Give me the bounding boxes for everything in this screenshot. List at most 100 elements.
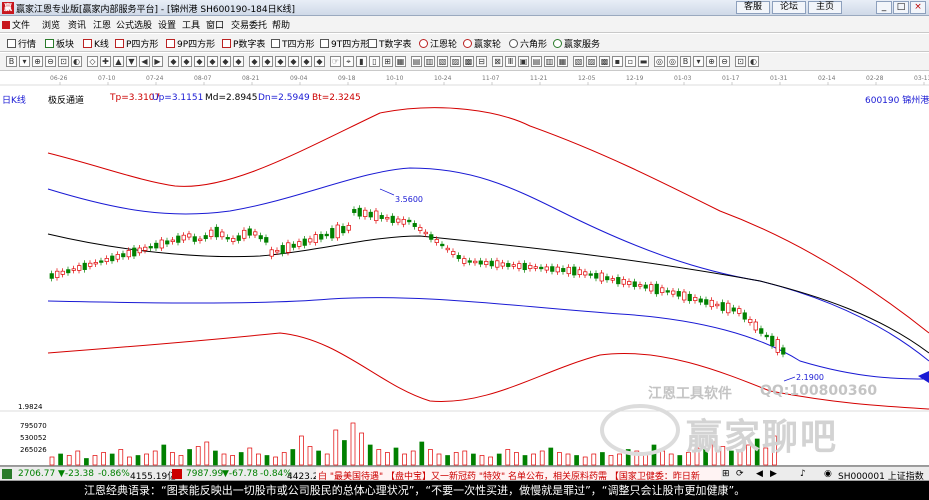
menu-formula[interactable]: 公式选股	[116, 18, 152, 31]
nav-right-icon[interactable]: ▶	[770, 469, 777, 479]
candle[interactable]	[770, 335, 775, 347]
tool-16-icon[interactable]: ◆	[220, 56, 231, 67]
tool-28-icon[interactable]: ⊞	[382, 56, 393, 67]
menu-gann[interactable]: 江恩	[93, 18, 111, 31]
candle[interactable]	[726, 302, 731, 314]
tool-31-icon[interactable]: ▥	[424, 56, 435, 67]
candle[interactable]	[335, 224, 340, 239]
minimize-button[interactable]: _	[876, 1, 892, 14]
candle[interactable]	[500, 262, 505, 267]
tool-24-icon[interactable]: ☞	[330, 56, 341, 67]
home-link[interactable]: 主页	[808, 1, 842, 14]
candle[interactable]	[434, 239, 439, 243]
candle[interactable]	[88, 262, 93, 267]
fit-icon[interactable]: ⊡	[58, 56, 69, 67]
menu-help[interactable]: 帮助	[272, 18, 290, 31]
candle[interactable]	[126, 250, 131, 258]
candle[interactable]	[242, 229, 247, 239]
candle[interactable]	[605, 276, 610, 281]
tool-49-icon[interactable]: ◎	[667, 56, 678, 67]
candle[interactable]	[583, 271, 588, 276]
candle[interactable]	[82, 262, 87, 270]
right-icon[interactable]: ▶	[152, 56, 163, 67]
tool-27-icon[interactable]: ▯	[369, 56, 380, 67]
candle[interactable]	[280, 245, 285, 254]
candle[interactable]	[511, 264, 516, 267]
candle[interactable]	[627, 281, 632, 285]
tool-26-icon[interactable]: ▮	[356, 56, 367, 67]
candle[interactable]	[748, 319, 753, 323]
candle[interactable]	[203, 235, 208, 240]
kline-button[interactable]: K线	[83, 37, 109, 50]
candle[interactable]	[462, 258, 467, 264]
candle[interactable]	[286, 242, 291, 253]
tool-48-icon[interactable]: ◎	[654, 56, 665, 67]
candle[interactable]	[649, 284, 654, 292]
candle[interactable]	[209, 229, 214, 237]
candle[interactable]	[258, 235, 263, 240]
tool-45-icon[interactable]: ▪	[612, 56, 623, 67]
sz-market-icon[interactable]	[172, 469, 182, 479]
candle[interactable]	[517, 263, 522, 269]
candle[interactable]	[115, 254, 120, 260]
candle[interactable]	[775, 339, 780, 353]
cross-icon[interactable]: ✚	[100, 56, 111, 67]
tool-22-icon[interactable]: ◆	[301, 56, 312, 67]
candle[interactable]	[247, 228, 252, 236]
tool-55-icon[interactable]: ◐	[748, 56, 759, 67]
candle[interactable]	[687, 293, 692, 302]
candle[interactable]	[594, 273, 599, 279]
candle[interactable]	[671, 290, 676, 295]
tool-47-icon[interactable]: ▬	[638, 56, 649, 67]
tool-33-icon[interactable]: ▨	[450, 56, 461, 67]
candle[interactable]	[291, 243, 296, 248]
pin-icon[interactable]: ⊞	[722, 469, 730, 479]
candle[interactable]	[104, 258, 109, 262]
close-button[interactable]: ×	[910, 1, 926, 14]
half-icon[interactable]: ◐	[71, 56, 82, 67]
candle[interactable]	[484, 261, 489, 265]
tool-54-icon[interactable]: ⊡	[735, 56, 746, 67]
candle[interactable]	[676, 291, 681, 297]
candle[interactable]	[467, 260, 472, 263]
candle[interactable]	[308, 238, 313, 243]
candle[interactable]	[396, 218, 401, 223]
candle[interactable]	[638, 284, 643, 287]
candle[interactable]	[170, 239, 175, 242]
tool-21-icon[interactable]: ◆	[288, 56, 299, 67]
candle[interactable]	[341, 226, 346, 234]
candle[interactable]	[55, 270, 60, 278]
candle[interactable]	[313, 234, 318, 243]
tool-34-icon[interactable]: ▩	[463, 56, 474, 67]
candle[interactable]	[572, 266, 577, 276]
tool-40-icon[interactable]: ▥	[544, 56, 555, 67]
candle[interactable]	[275, 250, 280, 253]
candle[interactable]	[588, 273, 593, 276]
down-icon[interactable]: ▼	[126, 56, 137, 67]
hexagon-button[interactable]: 六角形	[509, 37, 547, 50]
kefu-link[interactable]: 客服	[736, 1, 770, 14]
9t-square-button[interactable]: 9T四方形	[320, 37, 369, 50]
menu-file[interactable]: 文件	[2, 18, 30, 31]
dropdown-icon[interactable]: ▾	[19, 56, 30, 67]
tool-15-icon[interactable]: ◆	[207, 56, 218, 67]
candle[interactable]	[165, 240, 170, 245]
tool-14-icon[interactable]: ◆	[194, 56, 205, 67]
menu-news[interactable]: 资讯	[68, 18, 86, 31]
candle[interactable]	[159, 239, 164, 249]
kline-chart[interactable]: 06-26 07-10 07-24 08-07 08-21 09-04 09-18 10-10…	[0, 71, 929, 466]
candle[interactable]	[192, 236, 197, 242]
candle[interactable]	[220, 231, 225, 238]
candle[interactable]	[110, 255, 115, 262]
tool-18-icon[interactable]: ◆	[249, 56, 260, 67]
9p-square-button[interactable]: 9P四方形	[166, 37, 215, 50]
tool-20-icon[interactable]: ◆	[275, 56, 286, 67]
candle[interactable]	[214, 226, 219, 238]
candle[interactable]	[660, 287, 665, 293]
candle[interactable]	[654, 283, 659, 295]
candle[interactable]	[429, 234, 434, 240]
candle[interactable]	[506, 263, 511, 267]
tool-35-icon[interactable]: ⊟	[476, 56, 487, 67]
candle[interactable]	[346, 225, 351, 231]
candle[interactable]	[709, 299, 714, 308]
